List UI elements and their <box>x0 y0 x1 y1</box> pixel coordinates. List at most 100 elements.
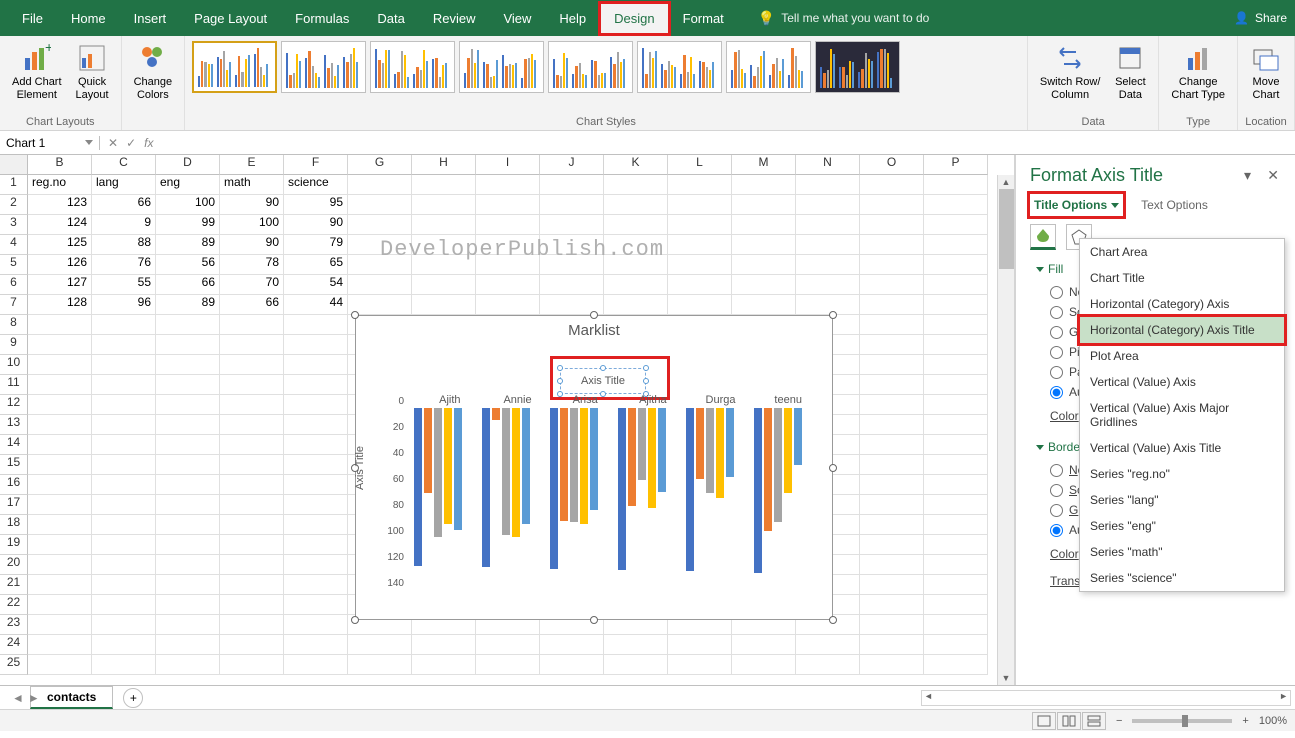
cell[interactable] <box>924 595 988 615</box>
cell[interactable] <box>92 495 156 515</box>
cell[interactable] <box>220 455 284 475</box>
data-bar[interactable] <box>726 408 734 477</box>
cell[interactable] <box>604 195 668 215</box>
cell[interactable] <box>28 655 92 675</box>
cell[interactable] <box>860 435 924 455</box>
cell[interactable] <box>476 235 540 255</box>
tab-insert[interactable]: Insert <box>120 3 181 34</box>
cell[interactable] <box>412 175 476 195</box>
cell[interactable]: math <box>220 175 284 195</box>
row-header[interactable]: 16 <box>0 475 28 495</box>
cell[interactable] <box>28 535 92 555</box>
cell[interactable] <box>924 375 988 395</box>
cell[interactable] <box>860 235 924 255</box>
change-chart-type-button[interactable]: Change Chart Type <box>1165 40 1231 104</box>
cell[interactable] <box>860 515 924 535</box>
cell[interactable] <box>284 475 348 495</box>
cell[interactable] <box>28 415 92 435</box>
data-bar[interactable] <box>754 408 762 573</box>
cell[interactable] <box>604 275 668 295</box>
cell[interactable] <box>284 515 348 535</box>
cell[interactable]: 79 <box>284 235 348 255</box>
cell[interactable] <box>924 655 988 675</box>
tab-review[interactable]: Review <box>419 3 490 34</box>
cell[interactable] <box>28 455 92 475</box>
row-header[interactable]: 21 <box>0 575 28 595</box>
cell[interactable] <box>284 615 348 635</box>
cell[interactable]: 65 <box>284 255 348 275</box>
chart-style-thumbnail[interactable] <box>637 41 722 93</box>
cell[interactable] <box>220 435 284 455</box>
cell[interactable] <box>156 615 220 635</box>
tab-formulas[interactable]: Formulas <box>281 3 363 34</box>
chart-object[interactable]: Marklist Axis Title AjithAnnieArisaAjith… <box>355 315 833 620</box>
cell[interactable] <box>92 455 156 475</box>
cell[interactable] <box>348 195 412 215</box>
cell[interactable] <box>28 315 92 335</box>
dropdown-item[interactable]: Chart Title <box>1080 265 1284 291</box>
chart-style-thumbnail[interactable] <box>370 41 455 93</box>
dropdown-item[interactable]: Horizontal (Category) Axis Title <box>1080 317 1284 343</box>
column-header[interactable]: F <box>284 155 348 175</box>
chart-style-thumbnail[interactable] <box>548 41 633 93</box>
cell[interactable] <box>220 615 284 635</box>
column-header[interactable]: O <box>860 155 924 175</box>
title-options-tab[interactable]: Title Options <box>1030 194 1123 216</box>
cell[interactable] <box>476 655 540 675</box>
zoom-out-button[interactable]: − <box>1116 715 1122 727</box>
cell[interactable] <box>92 615 156 635</box>
column-header[interactable]: I <box>476 155 540 175</box>
chart-resize-handle[interactable] <box>590 311 598 319</box>
chart-style-thumbnail[interactable] <box>459 41 544 93</box>
cell[interactable]: 89 <box>156 235 220 255</box>
cell[interactable] <box>924 555 988 575</box>
row-header[interactable]: 13 <box>0 415 28 435</box>
cell[interactable] <box>284 575 348 595</box>
tab-data[interactable]: Data <box>363 3 418 34</box>
select-data-button[interactable]: Select Data <box>1108 40 1152 104</box>
cell[interactable] <box>156 535 220 555</box>
data-bar[interactable] <box>638 408 646 480</box>
cell[interactable] <box>924 355 988 375</box>
cell[interactable] <box>284 395 348 415</box>
cell[interactable] <box>860 455 924 475</box>
cell[interactable] <box>92 655 156 675</box>
row-header[interactable]: 23 <box>0 615 28 635</box>
cell[interactable] <box>860 395 924 415</box>
cell[interactable] <box>924 195 988 215</box>
column-header[interactable]: C <box>92 155 156 175</box>
scroll-up-icon[interactable]: ▲ <box>998 175 1014 189</box>
cell[interactable] <box>668 235 732 255</box>
cell[interactable] <box>220 355 284 375</box>
cell[interactable] <box>412 635 476 655</box>
cell[interactable] <box>28 435 92 455</box>
cell[interactable] <box>348 235 412 255</box>
cell[interactable] <box>92 475 156 495</box>
cell[interactable] <box>220 635 284 655</box>
horizontal-scrollbar[interactable]: ◄ ► <box>921 690 1291 706</box>
cell[interactable] <box>924 295 988 315</box>
cell[interactable] <box>220 315 284 335</box>
dropdown-item[interactable]: Vertical (Value) Axis Title <box>1080 435 1284 461</box>
cell[interactable] <box>796 215 860 235</box>
cell[interactable] <box>412 295 476 315</box>
scroll-down-icon[interactable]: ▼ <box>998 671 1014 685</box>
cell[interactable] <box>156 355 220 375</box>
cell[interactable] <box>860 295 924 315</box>
cell[interactable] <box>284 555 348 575</box>
cell[interactable] <box>28 475 92 495</box>
data-bar[interactable] <box>522 408 530 524</box>
cell[interactable] <box>540 635 604 655</box>
dropdown-item[interactable]: Horizontal (Category) Axis <box>1080 291 1284 317</box>
cell[interactable] <box>604 655 668 675</box>
chart-resize-handle[interactable] <box>590 616 598 624</box>
add-sheet-button[interactable]: + <box>123 688 143 708</box>
page-break-view-button[interactable] <box>1082 712 1106 730</box>
cell[interactable] <box>284 595 348 615</box>
dropdown-item[interactable]: Series "science" <box>1080 565 1284 591</box>
cell[interactable] <box>28 515 92 535</box>
zoom-level[interactable]: 100% <box>1259 715 1287 727</box>
select-all-cell[interactable] <box>0 155 28 175</box>
tab-view[interactable]: View <box>489 3 545 34</box>
cell[interactable] <box>540 215 604 235</box>
